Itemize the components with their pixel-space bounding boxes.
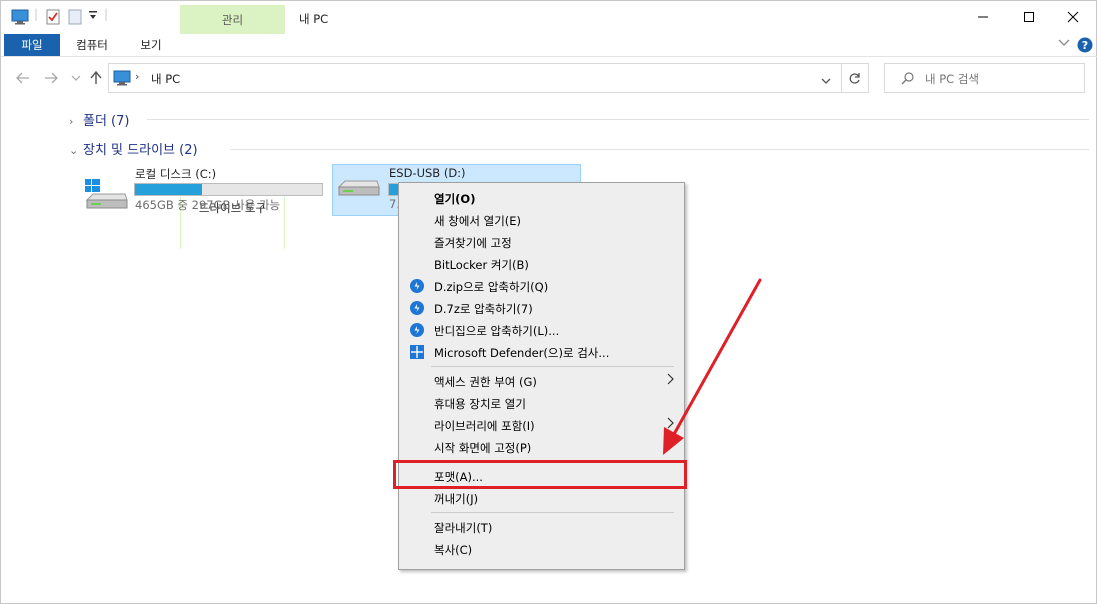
menu-separator: [431, 366, 674, 367]
forward-arrow-icon: [45, 72, 58, 84]
menu-item-eject[interactable]: 꺼내기(J): [401, 487, 682, 509]
drive-free-space: 465GB 중 297GB 사용 가능: [135, 198, 281, 212]
group-divider: [147, 119, 1089, 120]
drive-usage-fill: [135, 184, 203, 195]
drive-name: 로컬 디스크 (C:): [135, 167, 217, 181]
refresh-button[interactable]: [842, 63, 869, 93]
svg-text:?: ?: [1082, 39, 1088, 52]
bandizip-icon: [410, 323, 424, 337]
properties-icon[interactable]: [46, 9, 60, 28]
search-icon: [901, 72, 914, 88]
help-icon[interactable]: ?: [1077, 37, 1093, 56]
group-divider: [230, 149, 1089, 150]
menu-item-copy[interactable]: 복사(C): [401, 538, 682, 560]
menu-item-open-new-window[interactable]: 새 창에서 열기(E): [401, 209, 682, 231]
forward-button[interactable]: [41, 67, 61, 89]
menu-item-give-access[interactable]: 액세스 권한 부여 (G): [401, 370, 682, 392]
recent-locations-button[interactable]: [69, 67, 83, 89]
tab-file[interactable]: 파일: [4, 34, 60, 56]
back-button[interactable]: [13, 67, 33, 89]
close-button[interactable]: [1050, 1, 1096, 33]
menu-item-include-library[interactable]: 라이브러리에 포함(I): [401, 414, 682, 436]
minimize-icon: [978, 16, 988, 18]
menu-item-pin-quick-access[interactable]: 즐겨찾기에 고정: [401, 231, 682, 253]
search-placeholder: 내 PC 검색: [925, 72, 980, 86]
ribbon-expand-icon[interactable]: [1058, 38, 1070, 51]
address-dropdown-icon[interactable]: [821, 74, 831, 88]
windows-drive-icon: [83, 178, 129, 215]
toolbar-separator: |: [34, 7, 39, 21]
chevron-down-icon: ⌄: [69, 144, 79, 157]
menu-item-label: 열기(O): [434, 192, 476, 206]
annotation-arrow-icon: [663, 278, 762, 455]
menu-item-label: 반디집으로 압축하기(L)...: [434, 324, 560, 338]
drive-usage-bar: [134, 183, 323, 196]
ribbon-divider: [1, 56, 1097, 57]
refresh-icon: [849, 73, 860, 84]
manage-context-tab-label: 관리: [221, 13, 244, 27]
menu-item-label: 즐겨찾기에 고정: [434, 236, 512, 250]
menu-item-label: 휴대용 장치로 열기: [434, 397, 526, 411]
address-bar[interactable]: › 내 PC: [108, 63, 842, 93]
menu-item-label: 잘라내기(T): [434, 521, 493, 535]
drive-c[interactable]: 로컬 디스크 (C:) 465GB 중 297GB 사용 가능: [81, 164, 327, 216]
maximize-button[interactable]: [1006, 1, 1052, 33]
menu-item-label: 새 창에서 열기(E): [434, 214, 522, 228]
manage-context-tab[interactable]: 관리: [180, 5, 285, 34]
menu-item-label: BitLocker 켜기(B): [434, 258, 529, 272]
menu-item-7z[interactable]: D.7z로 압축하기(7): [401, 297, 682, 319]
breadcrumb-chevron-icon[interactable]: ›: [135, 70, 139, 83]
group-header-devices[interactable]: ⌄ 장치 및 드라이브 (2): [69, 139, 198, 158]
toolbar-separator: |: [104, 7, 109, 21]
up-arrow-icon: [90, 71, 102, 84]
menu-item-bandizip[interactable]: 반디집으로 압축하기(L)...: [401, 319, 682, 341]
chevron-right-icon: ›: [69, 115, 74, 128]
menu-item-label: 라이브러리에 포함(I): [434, 419, 535, 433]
close-icon: [1067, 11, 1079, 23]
ribbon-tabs: 파일 컴퓨터 보기 드라이브 도구 ?: [1, 34, 1097, 249]
menu-item-label: 시작 화면에 고정(P): [434, 441, 532, 455]
maximize-icon: [1024, 12, 1034, 22]
menu-item-zip[interactable]: D.zip으로 압축하기(Q): [401, 275, 682, 297]
menu-item-open[interactable]: 열기(O): [401, 187, 682, 209]
menu-item-defender-scan[interactable]: Microsoft Defender(으)로 검사...: [401, 341, 682, 363]
context-menu: 열기(O) 새 창에서 열기(E) 즐겨찾기에 고정 BitLocker 켜기(…: [398, 182, 685, 570]
menu-item-label: 복사(C): [434, 543, 473, 557]
search-input[interactable]: 내 PC 검색: [884, 63, 1085, 93]
menu-item-cut[interactable]: 잘라내기(T): [401, 516, 682, 538]
menu-item-open-portable[interactable]: 휴대용 장치로 열기: [401, 392, 682, 414]
tab-view[interactable]: 보기: [125, 34, 177, 56]
menu-item-label: D.7z로 압축하기(7): [434, 302, 533, 316]
menu-item-bitlocker[interactable]: BitLocker 켜기(B): [401, 253, 682, 275]
menu-separator: [431, 512, 674, 513]
group-title-devices: 장치 및 드라이브 (2): [83, 143, 198, 158]
menu-item-label: 액세스 권한 부여 (G): [434, 375, 537, 389]
customize-toolbar-icon[interactable]: [88, 8, 98, 25]
back-arrow-icon: [16, 72, 29, 84]
menu-item-label: 꺼내기(J): [434, 492, 479, 506]
this-pc-icon: [113, 70, 131, 89]
defender-icon: [410, 345, 424, 359]
explorer-window: | | 관리 내 PC 파일 컴퓨터 보기 드라이브 도구 ? › 내 PC 내…: [0, 0, 1097, 604]
usb-drive-icon: [337, 179, 383, 206]
menu-item-label: D.zip으로 압축하기(Q): [434, 280, 549, 294]
tab-computer[interactable]: 컴퓨터: [63, 34, 121, 56]
chevron-down-icon: [71, 75, 81, 81]
group-title-folders: 폴더 (7): [83, 114, 130, 129]
menu-item-label: Microsoft Defender(으)로 검사...: [434, 346, 610, 360]
minimize-button[interactable]: [960, 1, 1006, 33]
menu-item-pin-start[interactable]: 시작 화면에 고정(P): [401, 436, 682, 458]
group-header-folders[interactable]: › 폴더 (7): [69, 110, 129, 129]
window-title: 내 PC: [299, 12, 329, 26]
drive-name: ESD-USB (D:): [389, 166, 466, 180]
new-folder-icon[interactable]: [68, 9, 82, 28]
format-highlight-box: [393, 460, 687, 489]
bandizip-icon: [410, 301, 424, 315]
breadcrumb-current[interactable]: 내 PC: [151, 71, 180, 87]
bandizip-icon: [410, 279, 424, 293]
up-button[interactable]: [87, 67, 105, 89]
this-pc-icon: [11, 9, 29, 28]
